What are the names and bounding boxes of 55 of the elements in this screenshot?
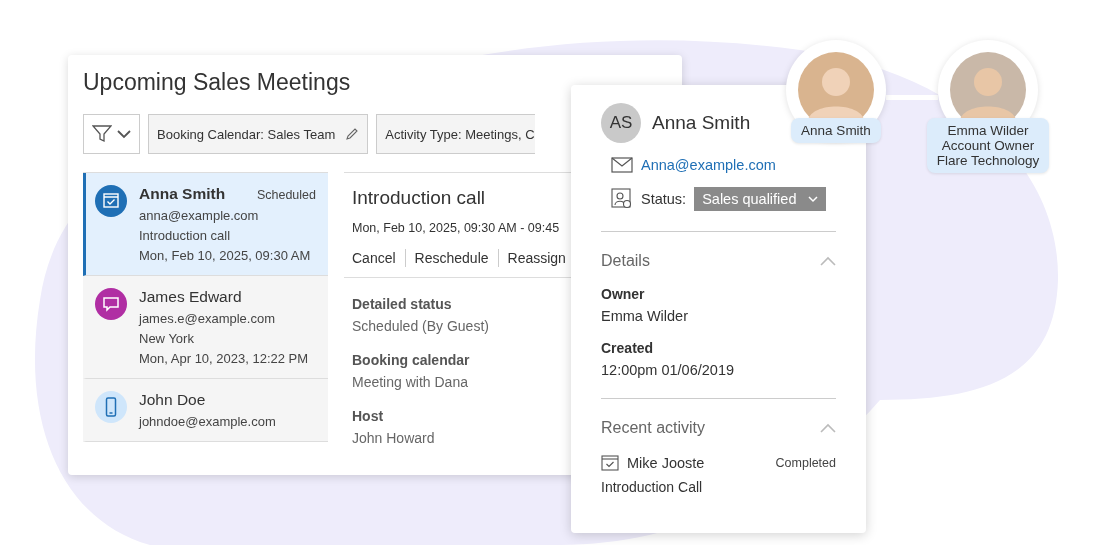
chevron-up-icon[interactable] [820, 423, 836, 433]
contact-name: Anna Smith [139, 185, 226, 203]
filter-button[interactable] [83, 114, 140, 154]
meeting-info: Mon, Feb 10, 2025, 09:30 AM [139, 248, 312, 263]
filter-chip[interactable]: Activity Type: Meetings, C [376, 114, 535, 154]
action-link[interactable]: Reassign [507, 250, 566, 266]
page-title: Upcoming Sales Meetings [83, 69, 352, 97]
meeting-status: Scheduled [256, 188, 316, 202]
meeting-info: New York [139, 331, 195, 346]
meeting-info: james.e@example.com [139, 311, 277, 326]
field-value: Scheduled (By Guest) [352, 318, 489, 334]
field-value: Meeting with Dana [352, 374, 468, 390]
filter-chip[interactable]: Booking Calendar: Sales Team [148, 114, 369, 154]
status-label: Status: [641, 191, 687, 207]
person-tag-icon [611, 188, 633, 210]
section-title: Recent activity [601, 419, 706, 437]
field-label: Owner [601, 286, 646, 302]
person-name: Emma Wilder [947, 123, 1029, 138]
action-link[interactable]: Cancel [352, 250, 396, 266]
email-link[interactable]: Anna@example.com [641, 157, 776, 173]
activity-status: Completed [775, 456, 836, 470]
initials-avatar: AS [601, 103, 641, 143]
meeting-info: Introduction call [139, 228, 232, 243]
field-value: Emma Wilder [601, 308, 689, 324]
contact-name: James Edward [139, 288, 242, 306]
envelope-icon [611, 157, 633, 173]
field-value: 12:00pm 01/06/2019 [601, 362, 736, 378]
meeting-item[interactable]: James Edward james.e@example.com New York Mon, Apr 10, 2023, 12:22 PM [83, 276, 328, 379]
contact-name: John Doe [139, 391, 206, 409]
activity-subject: Introduction Call [601, 479, 704, 495]
meeting-info: Mon, Apr 10, 2023, 12:22 PM [139, 351, 310, 366]
field-value: John Howard [352, 430, 435, 446]
person-name: Anna Smith [801, 123, 871, 138]
field-label: Created [601, 340, 655, 356]
chevron-down-icon [808, 195, 819, 203]
pencil-icon [345, 127, 360, 141]
contact-name: Anna Smith [652, 112, 751, 134]
chevron-down-icon [117, 129, 131, 139]
field-label: Booking calendar [352, 352, 470, 368]
filter-icon [92, 125, 112, 143]
meeting-info: johndoe@example.com [139, 414, 277, 429]
meeting-item[interactable]: John Doe johndoe@example.com [83, 379, 328, 442]
meeting-time: Mon, Feb 10, 2025, 09:30 AM - 09:45 [352, 221, 560, 235]
person-info: Account Owner [941, 138, 1035, 153]
field-label: Host [352, 408, 384, 424]
calendar-check-icon [601, 455, 619, 471]
activity-person: Mike Jooste [627, 455, 706, 471]
meeting-info: anna@example.com [139, 208, 260, 223]
person-info: Flare Technology [936, 153, 1040, 168]
field-label: Detailed status [352, 296, 452, 312]
meeting-item[interactable]: Anna Smith Scheduled anna@example.com Introduction call Mon, Feb 10, 2025, 09:30 AM [83, 173, 328, 276]
chevron-up-icon[interactable] [820, 256, 836, 266]
section-title: Details [601, 252, 650, 270]
action-link[interactable]: Reschedule [414, 250, 489, 266]
meeting-title: Introduction call [352, 187, 486, 209]
